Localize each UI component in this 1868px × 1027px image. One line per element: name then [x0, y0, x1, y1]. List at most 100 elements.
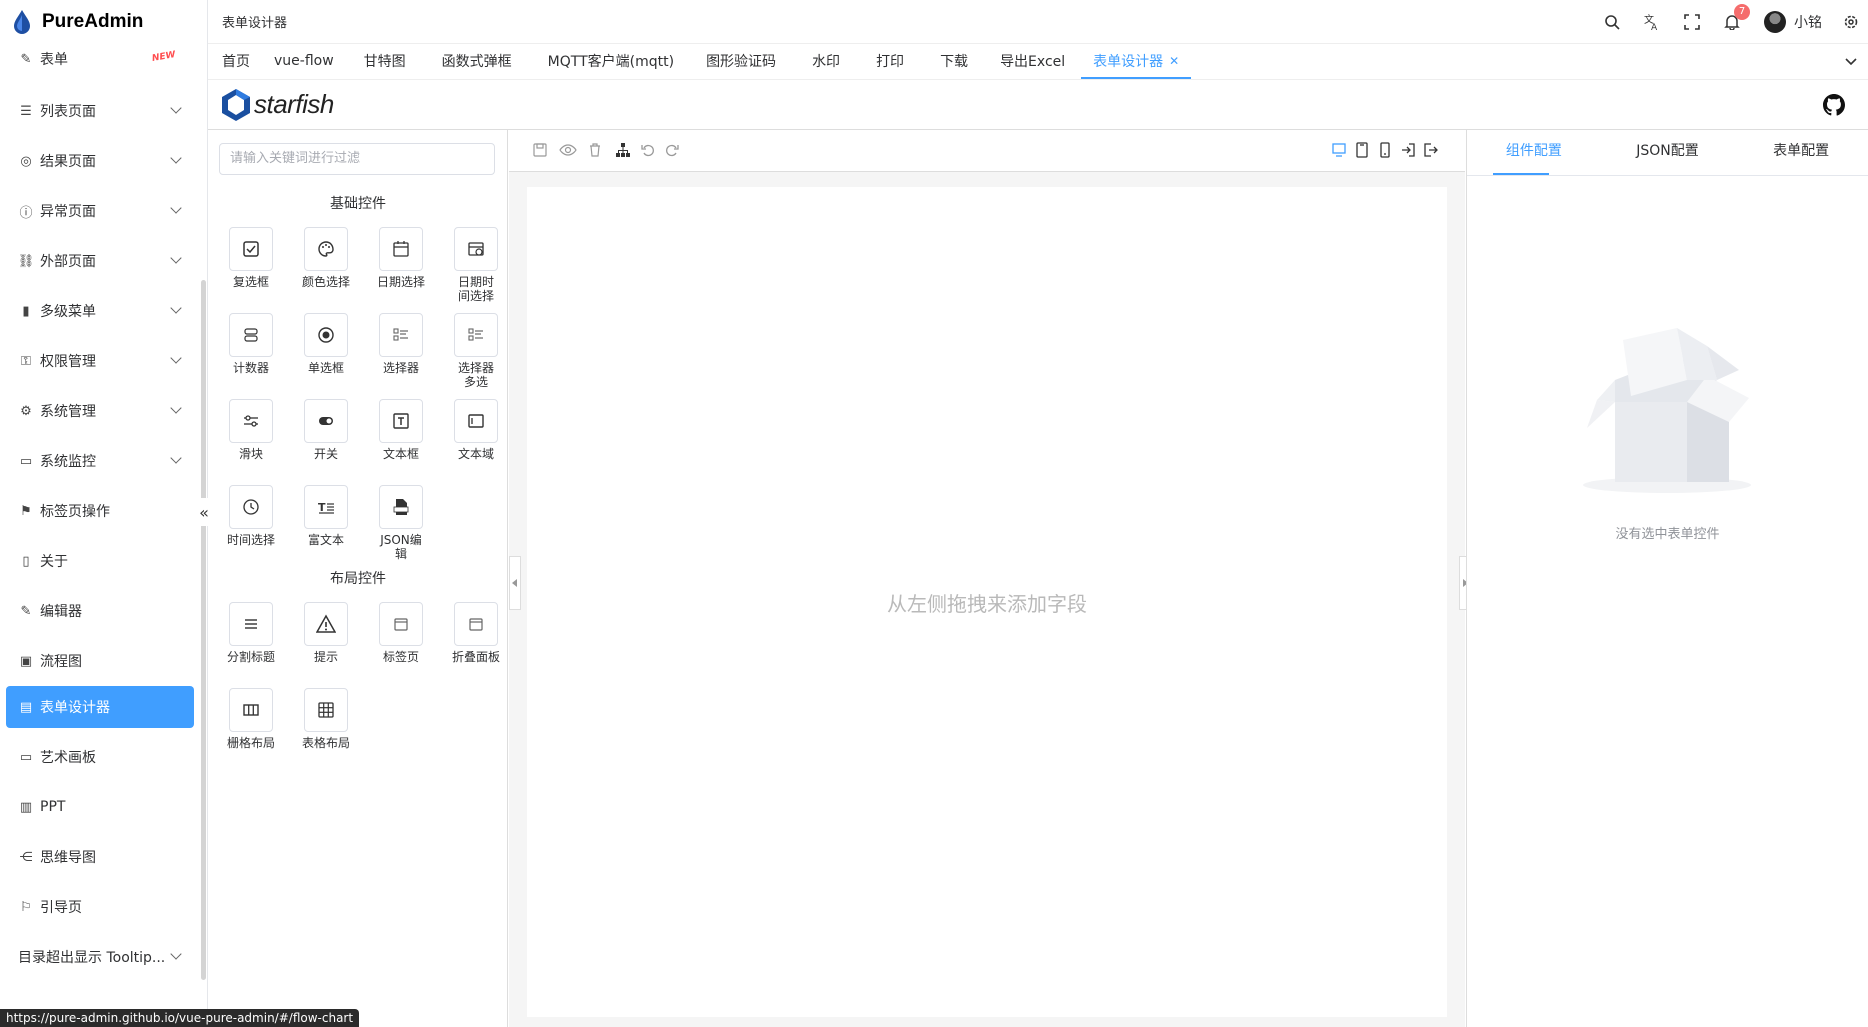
- widget-textbox[interactable]: 文本框: [364, 399, 438, 461]
- widget-multi-select[interactable]: 选择器多选: [439, 313, 513, 389]
- preview-eye-icon[interactable]: [559, 141, 577, 159]
- sidebar-item-list[interactable]: ☰ 列表页面: [0, 86, 200, 136]
- fullscreen-icon[interactable]: [1672, 0, 1712, 44]
- save-icon[interactable]: [531, 141, 549, 159]
- widget-select[interactable]: 选择器: [364, 313, 438, 375]
- sidebar-item-label: 外部页面: [40, 254, 96, 270]
- tab-home[interactable]: 首页: [208, 43, 262, 79]
- sidebar-item-error[interactable]: ⓘ 异常页面: [0, 186, 200, 236]
- widget-divider[interactable]: 分割标题: [214, 602, 288, 664]
- widget-table[interactable]: 表格布局: [289, 688, 363, 750]
- chevron-down-icon: [170, 202, 182, 214]
- tab-dialog[interactable]: 函数式弹框: [430, 43, 524, 79]
- widget-grid[interactable]: 栅格布局: [214, 688, 288, 750]
- chevron-down-icon: [170, 352, 182, 364]
- clock-icon: [243, 499, 259, 515]
- mobile-view-icon[interactable]: [1376, 141, 1394, 159]
- widget-json[interactable]: JSON编辑: [364, 485, 438, 561]
- close-icon[interactable]: ✕: [1169, 54, 1179, 68]
- sidebar-item-form-designer[interactable]: ▤ 表单设计器: [6, 686, 194, 728]
- widget-datetime[interactable]: 日期时间选择: [439, 227, 513, 303]
- widget-date[interactable]: 日期选择: [364, 227, 438, 289]
- widget-slider[interactable]: 滑块: [214, 399, 288, 461]
- sidebar-item-tabs[interactable]: ⚑ 标签页操作: [0, 486, 200, 536]
- tree-structure-icon[interactable]: [614, 141, 632, 159]
- tab-form-designer[interactable]: 表单设计器 ✕: [1081, 43, 1192, 79]
- tab-component-config[interactable]: 组件配置: [1467, 130, 1601, 175]
- tab-json-config[interactable]: JSON配置: [1601, 130, 1735, 175]
- widget-checkbox[interactable]: 复选框: [214, 227, 288, 289]
- sidebar-item-editor[interactable]: ✎ 编辑器: [0, 586, 200, 636]
- tab-watermark[interactable]: 水印: [800, 43, 852, 79]
- drop-logo-icon: [14, 10, 30, 34]
- trash-icon[interactable]: [586, 141, 604, 159]
- sidebar-item-ppt[interactable]: ▥ PPT: [0, 782, 200, 832]
- key-icon: ⚿: [21, 353, 31, 369]
- collapse-sidebar-icon[interactable]: «: [193, 498, 215, 526]
- desktop-view-icon[interactable]: [1330, 141, 1348, 159]
- tab-captcha[interactable]: 图形验证码: [694, 43, 788, 79]
- sidebar-item-monitor[interactable]: ▭ 系统监控: [0, 436, 200, 486]
- bookmark-icon: ⚑: [20, 503, 32, 519]
- sidebar-item-system[interactable]: ⚙ 系统管理: [0, 386, 200, 436]
- sidebar-item-flowchart[interactable]: ▣ 流程图: [0, 636, 200, 686]
- username: 小铭: [1794, 15, 1822, 31]
- tab-print[interactable]: 打印: [864, 43, 916, 79]
- chevron-down-icon[interactable]: [1844, 54, 1858, 68]
- widget-collapse[interactable]: 折叠面板: [439, 602, 513, 664]
- github-icon[interactable]: [1822, 93, 1846, 117]
- sidebar-item-about[interactable]: ▯ 关于: [0, 536, 200, 586]
- undo-icon[interactable]: [639, 141, 657, 159]
- edit-icon: ✎: [20, 51, 32, 67]
- sidebar-item-form[interactable]: ✎ 表单 NEW: [0, 44, 200, 74]
- widget-alert[interactable]: 提示: [289, 602, 363, 664]
- sidebar-item-nested[interactable]: ▮ 多级菜单: [0, 286, 200, 336]
- tablet-view-icon[interactable]: [1353, 141, 1371, 159]
- textbox-icon: [393, 413, 409, 429]
- tab-form-config[interactable]: 表单配置: [1734, 130, 1868, 175]
- translate-icon[interactable]: 文A: [1632, 0, 1672, 44]
- app-logo[interactable]: PureAdmin: [0, 0, 207, 44]
- breadcrumb[interactable]: 表单设计器: [222, 12, 287, 31]
- bell-icon[interactable]: 7: [1712, 0, 1752, 44]
- import-icon[interactable]: [1399, 141, 1417, 159]
- search-icon[interactable]: [1592, 0, 1632, 44]
- editor-icon: ✎: [20, 603, 32, 619]
- sidebar-item-guide[interactable]: ⚐ 引导页: [0, 882, 200, 932]
- tab-vue-flow[interactable]: vue-flow: [262, 43, 346, 79]
- widget-label: 选择器: [382, 361, 419, 375]
- form-canvas[interactable]: 从左侧拖拽来添加字段: [527, 187, 1447, 1017]
- header-actions: 文A 7 小铭: [1592, 0, 1868, 44]
- sidebar-item-result[interactable]: ◎ 结果页面: [0, 136, 200, 186]
- user-menu[interactable]: 小铭: [1752, 0, 1834, 44]
- sidebar-scrollbar[interactable]: [201, 280, 206, 980]
- ppt-icon: ▥: [19, 799, 33, 815]
- redo-icon[interactable]: [663, 141, 681, 159]
- tab-gantt[interactable]: 甘特图: [352, 43, 418, 79]
- collapse-icon: [469, 618, 483, 631]
- widget-color[interactable]: 颜色选择: [289, 227, 363, 289]
- widget-tabs[interactable]: 标签页: [364, 602, 438, 664]
- widget-textarea[interactable]: 文本域: [439, 399, 513, 461]
- sidebar-item-external[interactable]: ⛓ 外部页面: [0, 236, 200, 286]
- tab-mqtt[interactable]: MQTT客户端(mqtt): [536, 43, 686, 79]
- widget-richtext[interactable]: T 富文本: [289, 485, 363, 547]
- widget-counter[interactable]: 计数器: [214, 313, 288, 375]
- tab-export-excel[interactable]: 导出Excel: [988, 43, 1077, 79]
- gear-icon[interactable]: [1834, 0, 1868, 44]
- left-panel-toggle[interactable]: [509, 556, 521, 610]
- widget-switch[interactable]: 开关: [289, 399, 363, 461]
- tab-download[interactable]: 下载: [928, 43, 980, 79]
- palette-icon: [318, 241, 334, 257]
- widget-label: 单选框: [307, 361, 344, 375]
- widget-time[interactable]: 时间选择: [214, 485, 288, 547]
- sidebar-item-board[interactable]: ▭ 艺术画板: [0, 732, 200, 782]
- sidebar-item-permission[interactable]: ⚿ 权限管理: [0, 336, 200, 386]
- export-icon[interactable]: [1422, 141, 1440, 159]
- radio-icon: [318, 327, 334, 343]
- widget-radio[interactable]: 单选框: [289, 313, 363, 375]
- richtext-icon: T: [318, 501, 334, 514]
- sidebar-item-mindmap[interactable]: ⋲ 思维导图: [0, 832, 200, 882]
- widget-search-input[interactable]: 请输入关键词进行过滤: [219, 143, 495, 175]
- sidebar-item-tooltip[interactable]: 目录超出显示 Tooltip...: [0, 932, 200, 982]
